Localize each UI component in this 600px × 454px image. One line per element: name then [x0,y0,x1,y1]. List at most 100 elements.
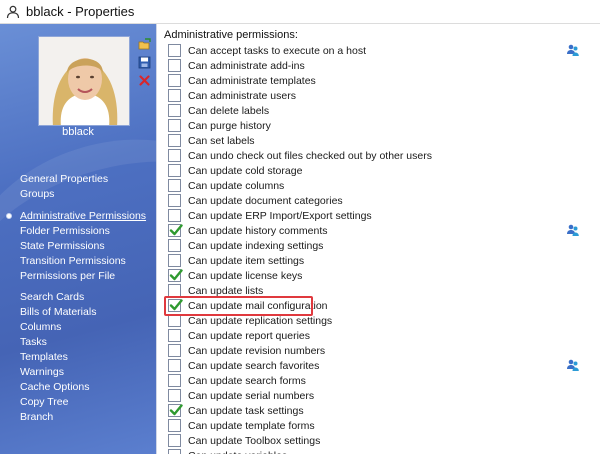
nav-group-permissions: Administrative Permissions Folder Permis… [6,209,146,284]
nav-item-administrative-permissions[interactable]: Administrative Permissions [6,209,146,224]
open-folder-icon[interactable] [138,38,151,51]
users-icon[interactable] [566,358,580,372]
permission-label: Can update history comments [188,224,328,237]
checkbox[interactable] [168,329,181,342]
checkbox[interactable] [168,119,181,132]
permission-row[interactable]: Can update lists [163,283,591,298]
permission-row[interactable]: Can update document categories [163,193,591,208]
permission-label: Can administrate users [188,89,296,102]
checkbox[interactable] [168,254,181,267]
permission-row[interactable]: Can update columns [163,178,591,193]
checkbox[interactable] [168,449,181,454]
permission-row[interactable]: Can update cold storage [163,163,591,178]
permission-label: Can administrate add-ins [188,59,305,72]
checkbox-checked[interactable] [168,404,183,417]
checkbox-checked[interactable] [168,269,183,282]
permission-row[interactable]: Can administrate templates [163,73,591,88]
checkbox[interactable] [168,374,181,387]
nav-item-templates[interactable]: Templates [20,350,96,365]
checkbox-checked[interactable] [168,224,183,237]
checkbox[interactable] [168,134,181,147]
checkbox[interactable] [168,149,181,162]
permission-row[interactable]: Can update replication settings [163,313,591,328]
nav-item-search-cards[interactable]: Search Cards [20,290,96,305]
permission-label: Can update search forms [188,374,306,387]
permission-label: Can update revision numbers [188,344,326,357]
nav-item-groups[interactable]: Groups [20,187,108,202]
nav-item-state-permissions[interactable]: State Permissions [20,239,146,254]
nav-item-transition-permissions[interactable]: Transition Permissions [20,254,146,269]
permission-row[interactable]: Can update variables [163,448,591,454]
permission-row[interactable]: Can update mail configuration [163,298,591,313]
permission-row[interactable]: Can delete labels [163,103,591,118]
permission-row[interactable]: Can purge history [163,118,591,133]
permission-row[interactable]: Can update ERP Import/Export settings [163,208,591,223]
checkbox[interactable] [168,419,181,432]
permission-label: Can update lists [188,284,264,297]
permission-row[interactable]: Can update Toolbox settings [163,433,591,448]
permission-row[interactable]: Can accept tasks to execute on a host [163,43,591,58]
nav-item-columns[interactable]: Columns [20,320,96,335]
checkbox[interactable] [168,389,181,402]
permission-row[interactable]: Can update search forms [163,373,591,388]
checkbox[interactable] [168,209,181,222]
delete-icon[interactable] [138,74,151,87]
permission-label: Can update indexing settings [188,239,324,252]
nav-item-tasks[interactable]: Tasks [20,335,96,350]
permission-row[interactable]: Can update license keys [163,268,591,283]
permission-row[interactable]: Can update history comments [163,223,591,238]
users-icon[interactable] [566,223,580,237]
permission-row[interactable]: Can update serial numbers [163,388,591,403]
permission-row[interactable]: Can update task settings [163,403,591,418]
checkbox-checked[interactable] [168,299,183,312]
title-bar: bblack - Properties [0,0,600,24]
permission-label: Can update columns [188,179,285,192]
nav-group-settings: Search Cards Bills of Materials Columns … [20,290,96,425]
users-icon[interactable] [566,43,580,57]
user-name: bblack [62,126,94,138]
checkbox[interactable] [168,44,181,57]
permission-label: Can update task settings [188,404,304,417]
nav-item-cache-options[interactable]: Cache Options [20,380,96,395]
permission-label: Can update variables [188,450,287,454]
checkbox[interactable] [168,194,181,207]
permission-row[interactable]: Can administrate users [163,88,591,103]
nav-item-folder-permissions[interactable]: Folder Permissions [20,224,146,239]
permissions-list: Can accept tasks to execute on a host Can… [163,43,591,454]
nav-item-copy-tree[interactable]: Copy Tree [20,395,96,410]
save-icon[interactable] [138,56,151,69]
permission-row[interactable]: Can update indexing settings [163,238,591,253]
checkbox[interactable] [168,314,181,327]
permission-row[interactable]: Can administrate add-ins [163,58,591,73]
permission-row[interactable]: Can update search favorites [163,358,591,373]
nav-item-warnings[interactable]: Warnings [20,365,96,380]
checkbox[interactable] [168,104,181,117]
checkbox[interactable] [168,59,181,72]
nav-item-general-properties[interactable]: General Properties [20,172,108,187]
window-title: bblack - Properties [26,4,135,19]
permission-label: Can update cold storage [188,164,303,177]
checkbox[interactable] [168,344,181,357]
permission-label: Can update replication settings [188,314,333,327]
permission-row[interactable]: Can update report queries [163,328,591,343]
checkbox[interactable] [168,239,181,252]
permission-label: Can purge history [188,119,271,132]
checkbox[interactable] [168,179,181,192]
nav-item-bills-of-materials[interactable]: Bills of Materials [20,305,96,320]
permission-label: Can update report queries [188,329,310,342]
checkbox[interactable] [168,164,181,177]
permission-row[interactable]: Can set labels [163,133,591,148]
checkbox[interactable] [168,359,181,372]
nav-item-permissions-per-file[interactable]: Permissions per File [20,269,146,284]
sidebar: bblack General Properties Groups Adminis… [0,24,156,454]
checkbox[interactable] [168,89,181,102]
nav-item-branch[interactable]: Branch [20,410,96,425]
checkbox[interactable] [168,284,181,297]
permission-row[interactable]: Can undo check out files checked out by … [163,148,591,163]
checkbox[interactable] [168,434,181,447]
permission-row[interactable]: Can update item settings [163,253,591,268]
permission-label: Can administrate templates [188,74,316,87]
checkbox[interactable] [168,74,181,87]
permission-row[interactable]: Can update revision numbers [163,343,591,358]
permission-row[interactable]: Can update template forms [163,418,591,433]
